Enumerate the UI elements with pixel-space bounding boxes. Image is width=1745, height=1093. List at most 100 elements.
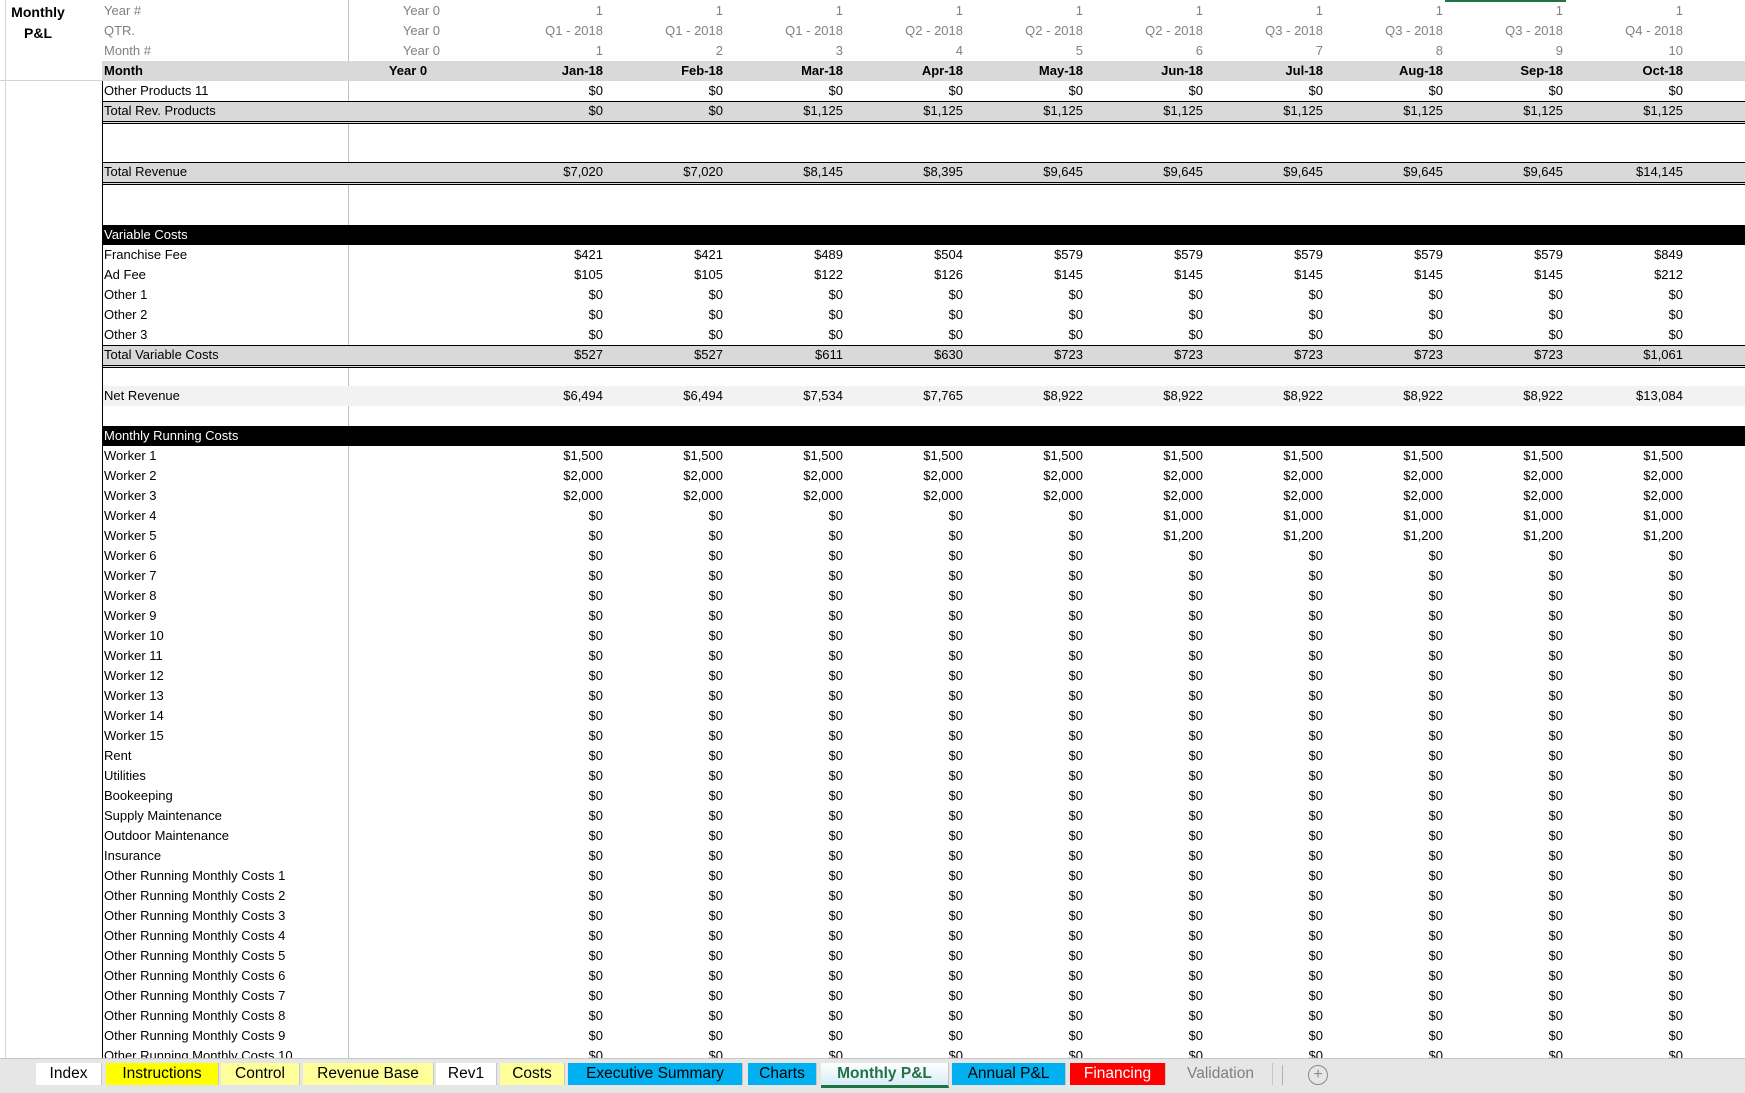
worker-5-cell[interactable]: $0	[733, 526, 843, 546]
other-3-cell[interactable]: $0	[853, 325, 963, 345]
other-running-monthly-costs-10-cell[interactable]: $0	[1213, 1046, 1323, 1058]
other-running-monthly-costs-5-cell[interactable]: $0	[1573, 946, 1683, 966]
worker-8-cell[interactable]: $0	[1333, 586, 1443, 606]
header-year-cell[interactable]: 1	[973, 1, 1083, 21]
other-running-monthly-costs-4-cell[interactable]: $0	[1213, 926, 1323, 946]
other-running-monthly-costs-9-cell[interactable]: $0	[1213, 1026, 1323, 1046]
other-running-monthly-costs-8-cell[interactable]: $0	[1093, 1006, 1203, 1026]
other-products-11-cell[interactable]: $0	[1573, 81, 1683, 101]
rent-cell[interactable]: $0	[1093, 746, 1203, 766]
header-month-cell[interactable]: Mar-18	[733, 61, 843, 81]
worker-4-cell[interactable]: $0	[733, 506, 843, 526]
total-variable-costs-cell[interactable]: $1,061	[1573, 345, 1683, 365]
other-3-cell[interactable]: $0	[1453, 325, 1563, 345]
other-running-monthly-costs-5-cell[interactable]: $0	[1333, 946, 1443, 966]
worker-12-cell[interactable]: $0	[493, 666, 603, 686]
worker-4-cell[interactable]: $1,000	[1333, 506, 1443, 526]
utilities-cell[interactable]: $0	[1573, 766, 1683, 786]
other-running-monthly-costs-6-cell[interactable]: $0	[1573, 966, 1683, 986]
net-revenue-cell[interactable]: $8,922	[973, 386, 1083, 406]
worker-10-cell[interactable]: $0	[1573, 626, 1683, 646]
other-running-monthly-costs-3-cell[interactable]: $0	[1213, 906, 1323, 926]
other-running-monthly-costs-1-cell[interactable]: $0	[493, 866, 603, 886]
total-variable-costs-cell[interactable]: $723	[1093, 345, 1203, 365]
header-month_num-cell[interactable]: 3	[733, 41, 843, 61]
total-revenue-cell[interactable]: $9,645	[1453, 162, 1563, 182]
other-running-monthly-costs-7-cell[interactable]: $0	[493, 986, 603, 1006]
utilities-cell[interactable]: $0	[1213, 766, 1323, 786]
total-revenue-cell[interactable]: $14,145	[1573, 162, 1683, 182]
header-qtr-cell[interactable]: Q2 - 2018	[853, 21, 963, 41]
worker-5-cell[interactable]: $0	[973, 526, 1083, 546]
other-running-monthly-costs-2-cell[interactable]: $0	[853, 886, 963, 906]
worker-5-cell[interactable]: $0	[853, 526, 963, 546]
worker-1-cell[interactable]: $1,500	[1453, 446, 1563, 466]
insurance-cell[interactable]: $0	[1573, 846, 1683, 866]
other-running-monthly-costs-8-cell[interactable]: $0	[853, 1006, 963, 1026]
worker-7-cell[interactable]: $0	[1093, 566, 1203, 586]
total-rev-products-cell[interactable]: $1,125	[1453, 101, 1563, 121]
worker-13-cell[interactable]: $0	[1453, 686, 1563, 706]
supply-maintenance-cell[interactable]: $0	[613, 806, 723, 826]
other-products-11-cell[interactable]: $0	[493, 81, 603, 101]
other-running-monthly-costs-5-cell[interactable]: $0	[493, 946, 603, 966]
total-revenue-cell[interactable]: $7,020	[613, 162, 723, 182]
total-revenue-cell[interactable]: $9,645	[973, 162, 1083, 182]
header-month-cell[interactable]: Jul-18	[1213, 61, 1323, 81]
worker-7-cell[interactable]: $0	[853, 566, 963, 586]
tab-rev1[interactable]: Rev1	[436, 1063, 497, 1085]
worker-9-cell[interactable]: $0	[973, 606, 1083, 626]
other-1-cell[interactable]: $0	[493, 285, 603, 305]
worker-6-cell[interactable]: $0	[613, 546, 723, 566]
utilities-cell[interactable]: $0	[853, 766, 963, 786]
other-running-monthly-costs-3-cell[interactable]: $0	[1333, 906, 1443, 926]
total-variable-costs-cell[interactable]: $611	[733, 345, 843, 365]
rent-cell[interactable]: $0	[1213, 746, 1323, 766]
tab-annual-p-l[interactable]: Annual P&L	[952, 1063, 1066, 1085]
other-3-cell[interactable]: $0	[1573, 325, 1683, 345]
worker-7-cell[interactable]: $0	[1333, 566, 1443, 586]
worker-1-cell[interactable]: $1,500	[733, 446, 843, 466]
outdoor-maintenance-cell[interactable]: $0	[1333, 826, 1443, 846]
total-revenue-cell[interactable]: $9,645	[1333, 162, 1443, 182]
total-variable-costs-cell[interactable]: $630	[853, 345, 963, 365]
outdoor-maintenance-cell[interactable]: $0	[853, 826, 963, 846]
worker-11-cell[interactable]: $0	[1093, 646, 1203, 666]
other-running-monthly-costs-1-cell[interactable]: $0	[733, 866, 843, 886]
header-month-cell[interactable]: Sep-18	[1453, 61, 1563, 81]
total-variable-costs-cell[interactable]: $723	[1213, 345, 1323, 365]
worker-6-cell[interactable]: $0	[1453, 546, 1563, 566]
header-year-cell[interactable]: 1	[1573, 1, 1683, 21]
other-running-monthly-costs-5-cell[interactable]: $0	[613, 946, 723, 966]
other-running-monthly-costs-7-cell[interactable]: $0	[1573, 986, 1683, 1006]
other-1-cell[interactable]: $0	[1213, 285, 1323, 305]
worker-2-cell[interactable]: $2,000	[1213, 466, 1323, 486]
worker-8-cell[interactable]: $0	[493, 586, 603, 606]
worker-11-cell[interactable]: $0	[1573, 646, 1683, 666]
worker-9-cell[interactable]: $0	[613, 606, 723, 626]
other-products-11-cell[interactable]: $0	[973, 81, 1083, 101]
worker-8-cell[interactable]: $0	[1213, 586, 1323, 606]
worker-4-cell[interactable]: $0	[493, 506, 603, 526]
other-running-monthly-costs-6-cell[interactable]: $0	[1213, 966, 1323, 986]
outdoor-maintenance-cell[interactable]: $0	[733, 826, 843, 846]
utilities-cell[interactable]: $0	[1453, 766, 1563, 786]
net-revenue-cell[interactable]: $8,922	[1093, 386, 1203, 406]
utilities-cell[interactable]: $0	[613, 766, 723, 786]
other-products-11-cell[interactable]: $0	[1333, 81, 1443, 101]
other-running-monthly-costs-10-cell[interactable]: $0	[973, 1046, 1083, 1058]
other-3-cell[interactable]: $0	[493, 325, 603, 345]
outdoor-maintenance-cell[interactable]: $0	[973, 826, 1083, 846]
insurance-cell[interactable]: $0	[1213, 846, 1323, 866]
other-running-monthly-costs-2-cell[interactable]: $0	[613, 886, 723, 906]
worker-9-cell[interactable]: $0	[1573, 606, 1683, 626]
worker-6-cell[interactable]: $0	[1213, 546, 1323, 566]
rent-cell[interactable]: $0	[1333, 746, 1443, 766]
header-qtr-cell[interactable]: Q3 - 2018	[1453, 21, 1563, 41]
other-1-cell[interactable]: $0	[1573, 285, 1683, 305]
worker-6-cell[interactable]: $0	[493, 546, 603, 566]
worker-1-cell[interactable]: $1,500	[613, 446, 723, 466]
worker-12-cell[interactable]: $0	[1093, 666, 1203, 686]
insurance-cell[interactable]: $0	[853, 846, 963, 866]
worker-13-cell[interactable]: $0	[1213, 686, 1323, 706]
